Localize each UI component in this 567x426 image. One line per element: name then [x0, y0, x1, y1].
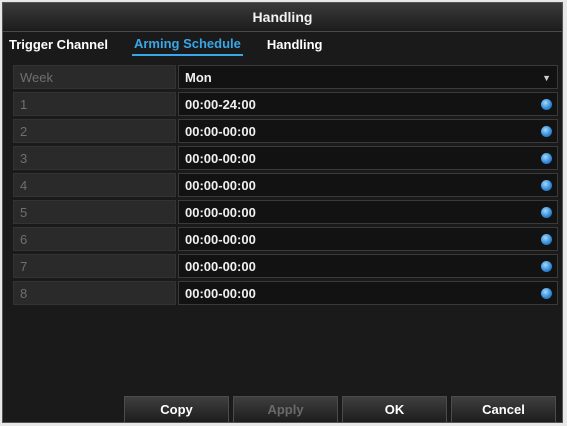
- apply-button[interactable]: Apply: [233, 396, 338, 422]
- ok-button[interactable]: OK: [342, 396, 447, 422]
- period-index: 4: [13, 173, 176, 197]
- week-row: Week Mon ▼: [13, 65, 558, 89]
- chevron-down-icon[interactable]: ▼: [542, 66, 551, 90]
- period-time: 00:00-00:00: [185, 178, 256, 193]
- week-select-value: Mon: [185, 70, 212, 85]
- schedule-row: 6 00:00-00:00: [13, 227, 558, 251]
- period-time-field[interactable]: 00:00-00:00: [178, 173, 558, 197]
- tab-arming-schedule[interactable]: Arming Schedule: [131, 34, 243, 56]
- dialog-title: Handling: [3, 3, 562, 32]
- schedule-row: 8 00:00-00:00: [13, 281, 558, 305]
- period-time: 00:00-00:00: [185, 151, 256, 166]
- edit-icon[interactable]: [541, 234, 552, 245]
- tab-trigger-channel[interactable]: Trigger Channel: [7, 35, 110, 55]
- period-time: 00:00-24:00: [185, 97, 256, 112]
- period-time: 00:00-00:00: [185, 259, 256, 274]
- edit-icon[interactable]: [541, 153, 552, 164]
- edit-icon[interactable]: [541, 180, 552, 191]
- period-time: 00:00-00:00: [185, 232, 256, 247]
- week-select[interactable]: Mon ▼: [178, 65, 558, 89]
- period-index: 1: [13, 92, 176, 116]
- period-time-field[interactable]: 00:00-00:00: [178, 119, 558, 143]
- week-label: Week: [13, 65, 176, 89]
- schedule-row: 3 00:00-00:00: [13, 146, 558, 170]
- tab-handling[interactable]: Handling: [265, 35, 325, 55]
- period-index: 5: [13, 200, 176, 224]
- cancel-button[interactable]: Cancel: [451, 396, 556, 422]
- period-index: 7: [13, 254, 176, 278]
- schedule-row: 1 00:00-24:00: [13, 92, 558, 116]
- handling-dialog: Handling Trigger Channel Arming Schedule…: [2, 2, 563, 423]
- period-time-field[interactable]: 00:00-24:00: [178, 92, 558, 116]
- period-time-field[interactable]: 00:00-00:00: [178, 227, 558, 251]
- period-index: 2: [13, 119, 176, 143]
- schedule-row: 7 00:00-00:00: [13, 254, 558, 278]
- edit-icon[interactable]: [541, 207, 552, 218]
- edit-icon[interactable]: [541, 288, 552, 299]
- edit-icon[interactable]: [541, 99, 552, 110]
- tab-bar: Trigger Channel Arming Schedule Handling: [3, 32, 562, 58]
- schedule-row: 5 00:00-00:00: [13, 200, 558, 224]
- period-time-field[interactable]: 00:00-00:00: [178, 254, 558, 278]
- copy-button[interactable]: Copy: [124, 396, 229, 422]
- period-time: 00:00-00:00: [185, 205, 256, 220]
- schedule-row: 4 00:00-00:00: [13, 173, 558, 197]
- period-time-field[interactable]: 00:00-00:00: [178, 200, 558, 224]
- schedule-grid: Week Mon ▼ 1 00:00-24:00 2 00:00-00:00 3…: [13, 65, 558, 308]
- period-index: 3: [13, 146, 176, 170]
- period-time-field[interactable]: 00:00-00:00: [178, 281, 558, 305]
- button-bar: Copy Apply OK Cancel: [3, 396, 562, 422]
- period-index: 8: [13, 281, 176, 305]
- edit-icon[interactable]: [541, 261, 552, 272]
- period-time-field[interactable]: 00:00-00:00: [178, 146, 558, 170]
- schedule-row: 2 00:00-00:00: [13, 119, 558, 143]
- period-time: 00:00-00:00: [185, 124, 256, 139]
- period-time: 00:00-00:00: [185, 286, 256, 301]
- period-index: 6: [13, 227, 176, 251]
- edit-icon[interactable]: [541, 126, 552, 137]
